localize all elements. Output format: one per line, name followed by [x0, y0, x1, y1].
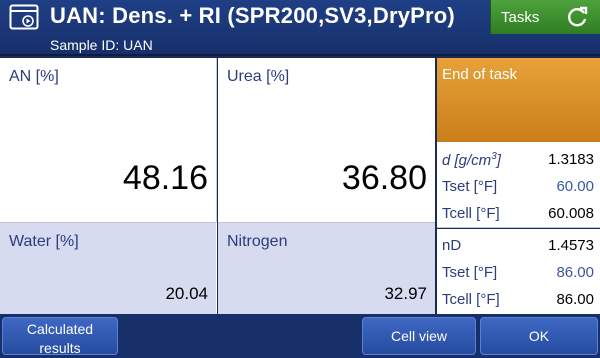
title-bar: UAN: Dens. + RI (SPR200,SV3,DryPro) Samp… — [0, 0, 600, 56]
density-tset-row: Tset [°F] 60.00 — [437, 173, 600, 201]
density-row: d [g/cm3] 1.3183 — [437, 146, 600, 174]
nitrogen-label: Nitrogen — [227, 233, 288, 250]
density-tcell-label: Tcell [°F] — [442, 205, 500, 222]
page-title: UAN: Dens. + RI (SPR200,SV3,DryPro) — [50, 3, 455, 28]
refraction-tset-row: Tset [°F] 86.00 — [437, 259, 600, 287]
nd-row: nD 1.4573 — [437, 232, 600, 260]
ok-button[interactable]: OK — [480, 317, 598, 355]
calculated-results-label-line2: results — [39, 340, 81, 356]
density-label-text: d [g/cm — [442, 152, 492, 169]
an-value: 48.16 — [122, 159, 208, 197]
density-label-end: ] — [496, 152, 501, 169]
footer-bar: Calculated results Cell view OK — [0, 314, 600, 358]
cell-view-button[interactable]: Cell view — [362, 317, 476, 355]
urea-value: 36.80 — [341, 159, 427, 197]
an-label: AN [%] — [9, 68, 59, 85]
density-tset-value: 60.00 — [556, 178, 594, 195]
result-an: AN [%] 48.16 — [0, 58, 217, 222]
refraction-tcell-label: Tcell [°F] — [442, 291, 500, 308]
tasks-button[interactable]: Tasks — [490, 0, 600, 34]
result-water: Water [%] 20.04 — [0, 222, 217, 314]
refraction-tcell-value: 86.00 — [556, 291, 594, 308]
app-window-icon — [9, 4, 39, 30]
density-tset-label: Tset [°F] — [442, 178, 498, 195]
tasks-label: Tasks — [501, 9, 540, 26]
density-tcell-value: 60.008 — [548, 205, 594, 222]
nd-label: nD — [442, 237, 462, 254]
result-urea: Urea [%] 36.80 — [218, 58, 435, 222]
water-value: 20.04 — [165, 284, 208, 303]
status-panel: End of task — [437, 58, 600, 142]
refresh-icon[interactable] — [565, 5, 589, 29]
refraction-tset-label: Tset [°F] — [442, 264, 498, 281]
sample-id: Sample ID: UAN — [50, 37, 153, 53]
refraction-tset-value: 86.00 — [556, 264, 594, 281]
nitrogen-value: 32.97 — [384, 284, 427, 303]
calculated-results-button[interactable]: Calculated results — [2, 317, 118, 356]
urea-label: Urea [%] — [227, 68, 290, 85]
density-tcell-row: Tcell [°F] 60.008 — [437, 200, 600, 228]
calculated-results-label-line1: Calculated — [26, 321, 94, 337]
water-label: Water [%] — [9, 233, 79, 250]
status-text: End of task — [442, 66, 518, 83]
result-nitrogen: Nitrogen 32.97 — [218, 222, 435, 314]
density-panel: d [g/cm3] 1.3183 Tset [°F] 60.00 Tcell [… — [437, 142, 600, 228]
density-label: d [g/cm3] — [442, 151, 501, 169]
refraction-panel: nD 1.4573 Tset [°F] 86.00 Tcell [°F] 86.… — [437, 229, 600, 314]
refraction-tcell-row: Tcell [°F] 86.00 — [437, 286, 600, 314]
density-value: 1.3183 — [548, 151, 594, 168]
nd-value: 1.4573 — [548, 237, 594, 254]
